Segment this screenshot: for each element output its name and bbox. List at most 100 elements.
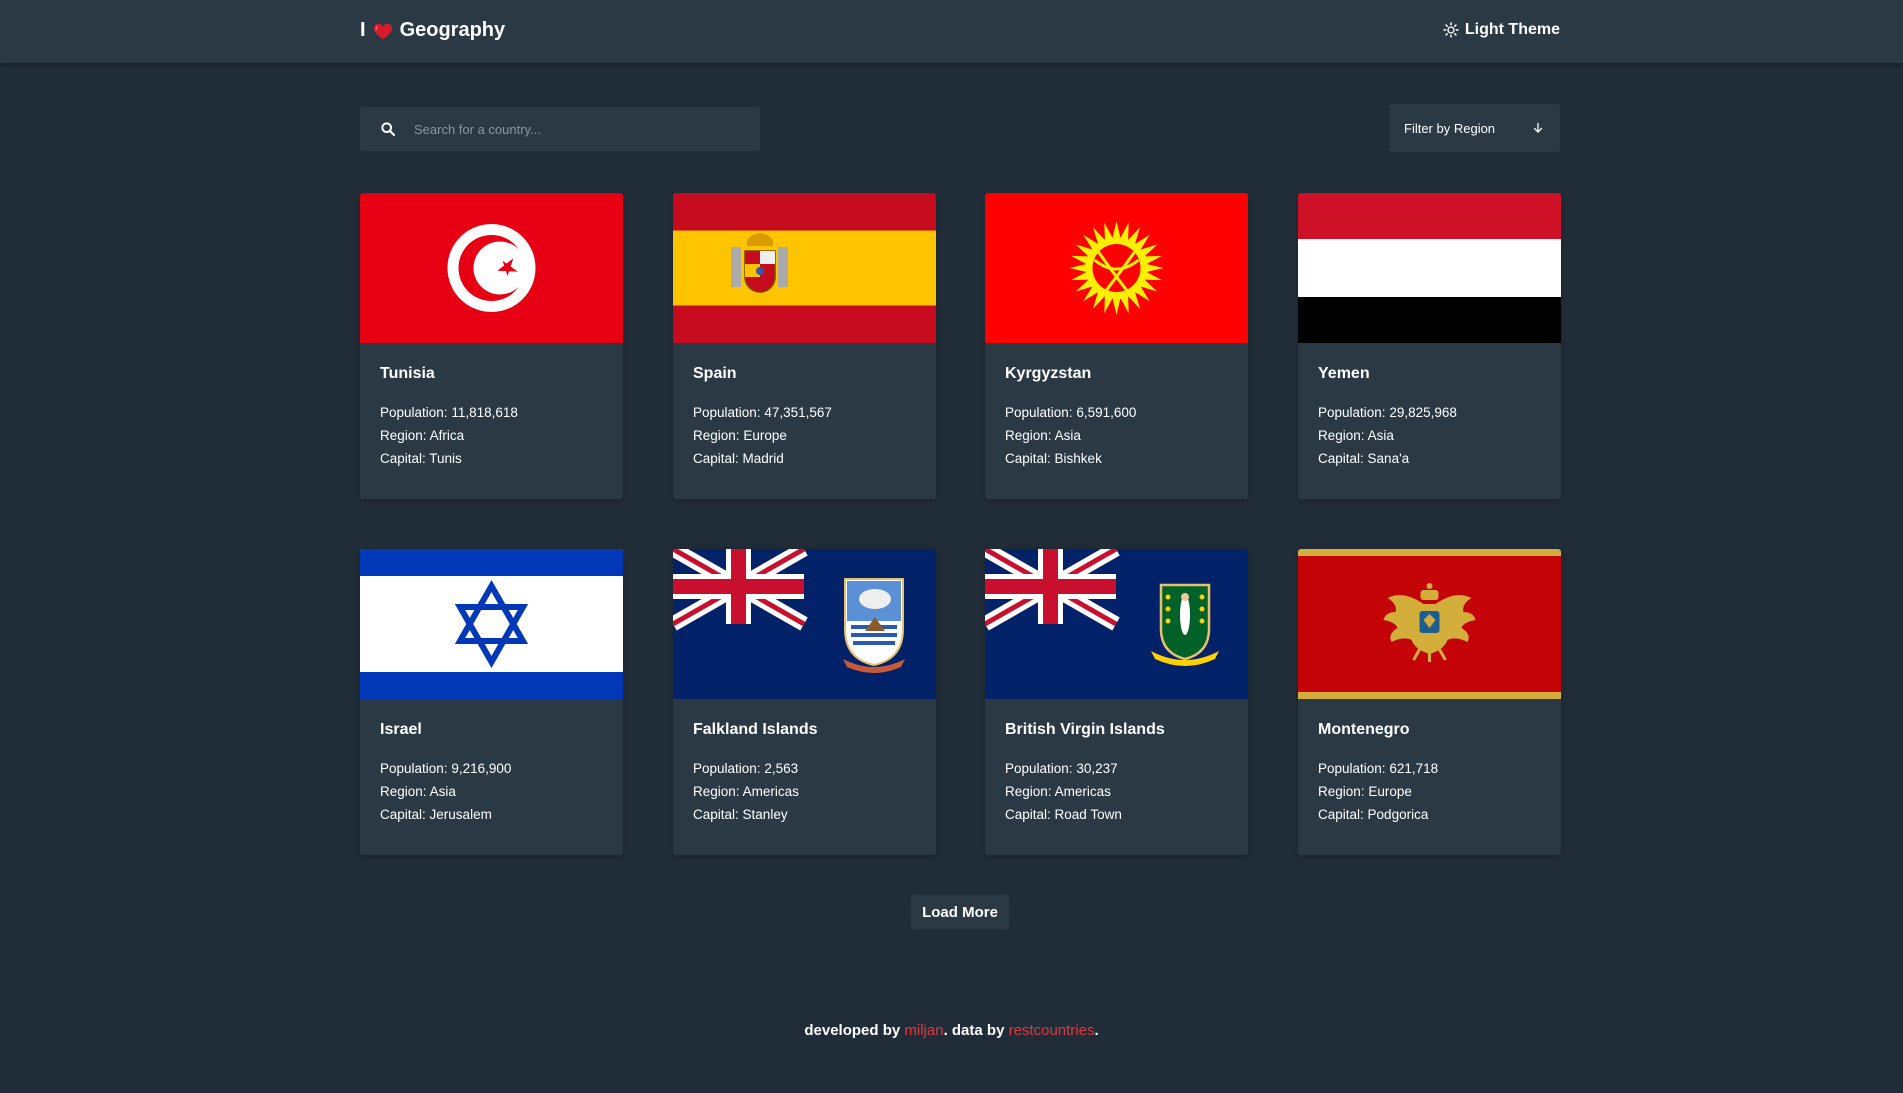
capital-value: Podgorica — [1367, 807, 1429, 822]
british-virgin-islands-flag — [985, 549, 1248, 699]
region-line: Region: Americas — [1005, 784, 1228, 799]
population-value: 6,591,600 — [1076, 405, 1137, 420]
region-line: Region: Americas — [693, 784, 916, 799]
kyrgyzstan-flag — [985, 193, 1248, 343]
capital-line: Capital: Stanley — [693, 807, 916, 822]
arrow-down-icon — [1533, 122, 1543, 133]
search-icon — [381, 122, 396, 137]
population-line: Population: 30,237 — [1005, 761, 1228, 776]
population-line: Population: 2,563 — [693, 761, 916, 776]
country-name: Falkland Islands — [693, 721, 818, 738]
region-filter-dropdown[interactable]: Filter by Region — [1390, 104, 1560, 152]
load-more-button[interactable]: Load More — [911, 895, 1009, 929]
capital-label: Capital: — [1318, 451, 1364, 466]
capital-label: Capital: — [693, 451, 739, 466]
country-card[interactable]: Tunisia Population: 11,818,618 Region: A… — [360, 193, 623, 499]
capital-label: Capital: — [380, 807, 426, 822]
site-logo[interactable]: I Geography — [360, 19, 505, 42]
region-label: Region: — [693, 428, 740, 443]
tunisia-flag — [360, 193, 623, 343]
capital-line: Capital: Sana'a — [1318, 451, 1541, 466]
region-line: Region: Asia — [1318, 428, 1541, 443]
logo-prefix: I — [360, 19, 366, 41]
country-card[interactable]: Montenegro Population: 621,718 Region: E… — [1298, 549, 1561, 855]
region-label: Region: — [380, 784, 427, 799]
region-value: Asia — [429, 784, 456, 799]
yemen-flag — [1298, 193, 1561, 343]
population-label: Population: — [1005, 405, 1073, 420]
footer-data-by: . data by — [943, 1022, 1005, 1039]
region-value: Europe — [743, 428, 787, 443]
spain-flag — [673, 193, 936, 343]
region-value: Americas — [742, 784, 799, 799]
country-name: Tunisia — [380, 365, 435, 382]
capital-line: Capital: Tunis — [380, 451, 603, 466]
capital-value: Road Town — [1054, 807, 1122, 822]
population-value: 30,237 — [1076, 761, 1118, 776]
capital-label: Capital: — [1005, 807, 1051, 822]
region-value: Americas — [1054, 784, 1111, 799]
capital-value: Sana'a — [1367, 451, 1410, 466]
top-bar: I Geography Light Theme — [0, 0, 1903, 63]
footer: developed by miljan. data by restcountri… — [0, 1022, 1903, 1039]
country-name: Israel — [380, 721, 422, 738]
country-card[interactable]: Kyrgyzstan Population: 6,591,600 Region:… — [985, 193, 1248, 499]
region-value: Asia — [1367, 428, 1394, 443]
population-line: Population: 6,591,600 — [1005, 405, 1228, 420]
data-source-link[interactable]: restcountries — [1009, 1022, 1095, 1039]
region-line: Region: Asia — [1005, 428, 1228, 443]
region-label: Region: — [693, 784, 740, 799]
theme-toggle-label: Light Theme — [1464, 21, 1560, 38]
population-label: Population: — [380, 761, 448, 776]
israel-flag — [360, 549, 623, 699]
author-link[interactable]: miljan — [904, 1022, 943, 1039]
country-name: Spain — [693, 365, 737, 382]
country-name: Montenegro — [1318, 721, 1410, 738]
population-line: Population: 47,351,567 — [693, 405, 916, 420]
falkland-islands-flag — [673, 549, 936, 699]
capital-value: Madrid — [742, 451, 784, 466]
capital-label: Capital: — [1318, 807, 1364, 822]
population-label: Population: — [1318, 405, 1386, 420]
capital-label: Capital: — [1005, 451, 1051, 466]
logo-title: Geography — [399, 19, 506, 41]
population-value: 47,351,567 — [764, 405, 832, 420]
region-label: Region: — [380, 428, 427, 443]
region-label: Region: — [1318, 428, 1365, 443]
capital-value: Jerusalem — [429, 807, 492, 822]
country-card[interactable]: Yemen Population: 29,825,968 Region: Asi… — [1298, 193, 1561, 499]
capital-value: Stanley — [742, 807, 788, 822]
population-line: Population: 9,216,900 — [380, 761, 603, 776]
population-value: 29,825,968 — [1389, 405, 1457, 420]
population-label: Population: — [1005, 761, 1073, 776]
region-line: Region: Asia — [380, 784, 603, 799]
capital-line: Capital: Podgorica — [1318, 807, 1541, 822]
region-line: Region: Europe — [1318, 784, 1541, 799]
search-box — [360, 107, 760, 151]
capital-label: Capital: — [693, 807, 739, 822]
country-name: Yemen — [1318, 365, 1370, 382]
theme-toggle-button[interactable]: Light Theme — [1443, 21, 1560, 39]
capital-value: Tunis — [429, 451, 462, 466]
country-card[interactable]: Spain Population: 47,351,567 Region: Eur… — [673, 193, 936, 499]
population-label: Population: — [693, 405, 761, 420]
footer-end: . — [1094, 1022, 1099, 1039]
sun-icon — [1443, 22, 1459, 38]
region-label: Region: — [1005, 784, 1052, 799]
country-name: Kyrgyzstan — [1005, 365, 1092, 382]
population-line: Population: 29,825,968 — [1318, 405, 1541, 420]
country-card[interactable]: Israel Population: 9,216,900 Region: Asi… — [360, 549, 623, 855]
region-line: Region: Africa — [380, 428, 603, 443]
capital-line: Capital: Road Town — [1005, 807, 1228, 822]
region-line: Region: Europe — [693, 428, 916, 443]
country-card[interactable]: Falkland Islands Population: 2,563 Regio… — [673, 549, 936, 855]
capital-line: Capital: Jerusalem — [380, 807, 603, 822]
population-label: Population: — [1318, 761, 1386, 776]
population-value: 11,818,618 — [451, 405, 518, 420]
footer-developed-by: developed by — [804, 1022, 901, 1039]
population-value: 9,216,900 — [451, 761, 512, 776]
country-card[interactable]: British Virgin Islands Population: 30,23… — [985, 549, 1248, 855]
search-input[interactable] — [414, 121, 734, 137]
region-value: Asia — [1054, 428, 1081, 443]
capital-value: Bishkek — [1054, 451, 1102, 466]
